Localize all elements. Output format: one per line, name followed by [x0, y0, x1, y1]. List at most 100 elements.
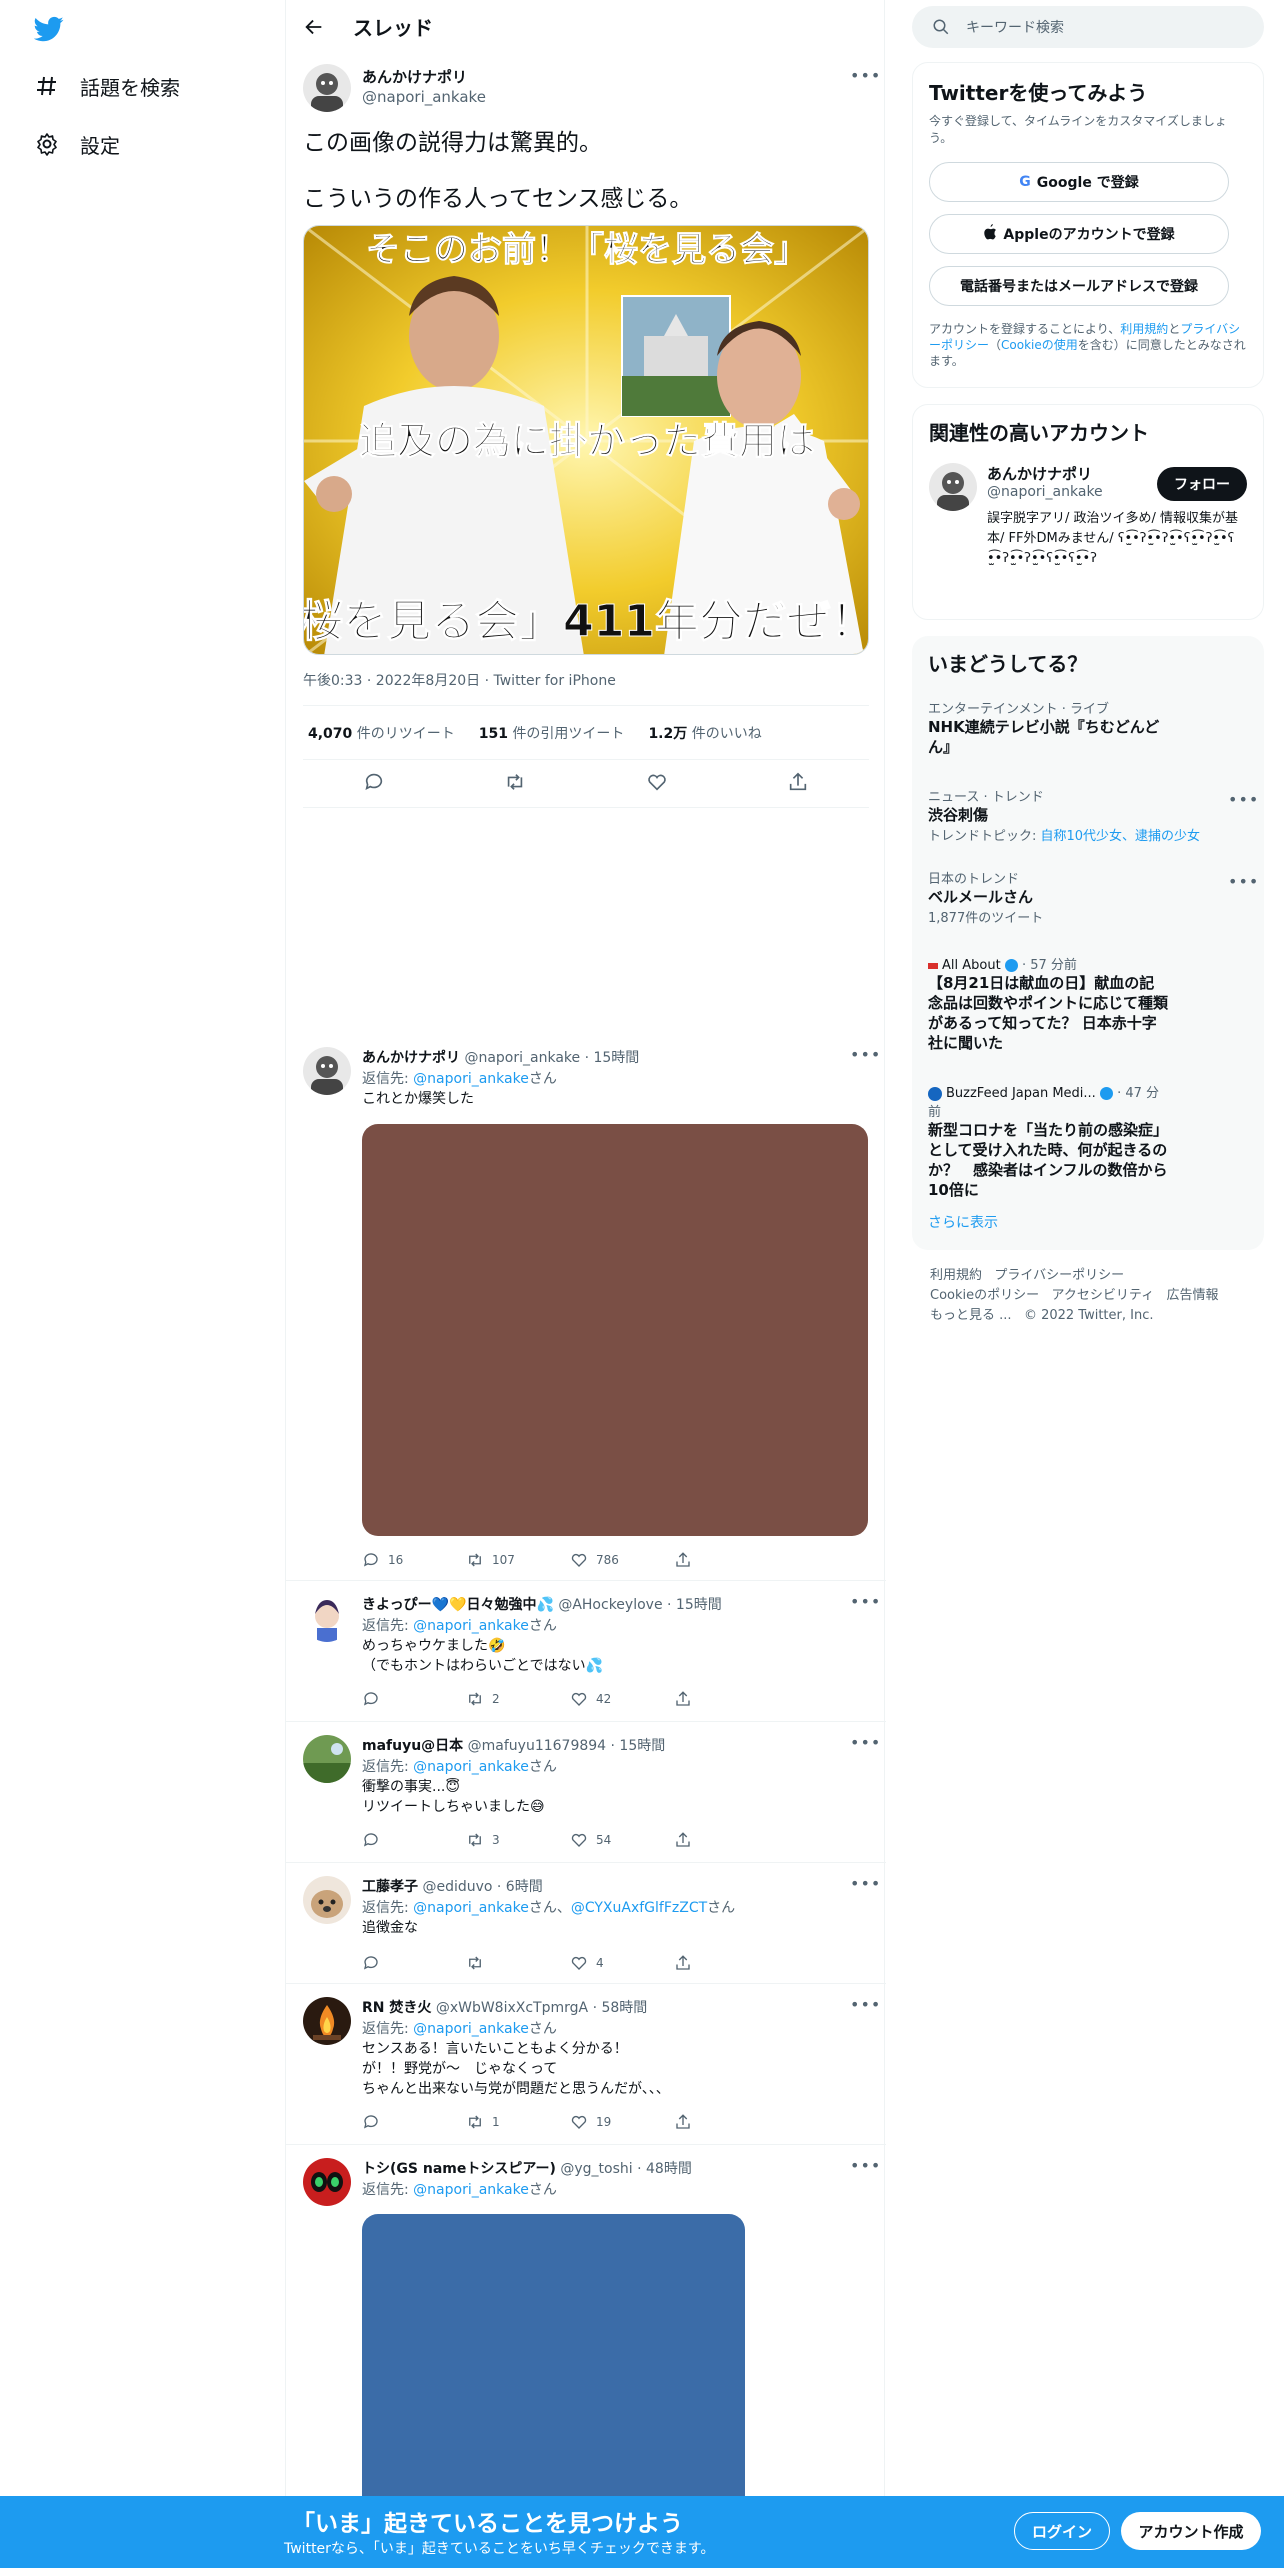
search-input[interactable]: キーワード検索: [966, 17, 1064, 37]
show-more-link[interactable]: さらに表示: [928, 1212, 998, 1232]
reply-icon[interactable]: [363, 771, 385, 797]
share-button[interactable]: [674, 1954, 778, 1972]
retweet-button[interactable]: 2: [466, 1690, 570, 1708]
avatar[interactable]: [929, 463, 977, 511]
tweet-image[interactable]: そこのお前！「桜を見る会」 追及の為に掛かった費用は 「桜を見る会」411年分だ…: [303, 225, 869, 655]
apple-icon: [983, 224, 997, 244]
footer-link[interactable]: アクセシビリティ: [1052, 1288, 1155, 1303]
reply-button[interactable]: [362, 1954, 466, 1972]
reply-button[interactable]: 16: [362, 1551, 466, 1569]
more-icon[interactable]: •••: [850, 66, 881, 85]
signup-button[interactable]: アカウント作成: [1121, 2512, 1261, 2550]
more-icon[interactable]: •••: [850, 1592, 881, 1611]
avatar[interactable]: [303, 1594, 351, 1642]
footer-link[interactable]: 利用規約: [930, 1268, 982, 1283]
retweet-icon[interactable]: [504, 771, 526, 797]
reply-tweet[interactable]: あんかけナポリ @napori_ankake · 15時間 ••• 返信先: @…: [286, 1035, 886, 1581]
twitter-logo-icon[interactable]: [33, 14, 64, 48]
share-icon[interactable]: [787, 771, 809, 797]
more-icon[interactable]: •••: [1228, 790, 1259, 809]
tweet-timestamp[interactable]: 午後0:33 · 2022年8月20日 · Twitter for iPhone: [303, 670, 616, 690]
reply-tweet[interactable]: トシ(GS nameトシスピアー) @yg_toshi · 48時間 ••• 返…: [286, 2146, 886, 2514]
reply-text: 衝撃の事実...😇 リツイートしちゃいました😅: [362, 1779, 545, 1815]
like-button[interactable]: 4: [570, 1954, 674, 1972]
like-button[interactable]: 786: [570, 1551, 674, 1569]
more-icon[interactable]: •••: [850, 1045, 881, 1064]
share-button[interactable]: [674, 1831, 778, 1849]
retweet-button[interactable]: [466, 1954, 570, 1972]
reply-button[interactable]: [362, 2113, 466, 2131]
footer-link[interactable]: もっと見る ...: [930, 1308, 1012, 1323]
google-signup-button[interactable]: G Google で登録: [929, 162, 1229, 202]
related-name[interactable]: あんかけナポリ: [987, 463, 1092, 484]
news-item[interactable]: BuzzFeed Japan Medi... · 47 分前 新型コロナを「当た…: [928, 1082, 1168, 1200]
reply-image[interactable]: [362, 1124, 868, 1536]
like-button[interactable]: 42: [570, 1690, 674, 1708]
signup-title: Twitterを使ってみよう: [929, 81, 1148, 105]
follow-button[interactable]: フォロー: [1157, 467, 1247, 501]
like-icon[interactable]: [646, 771, 668, 797]
more-icon[interactable]: •••: [850, 1733, 881, 1752]
avatar[interactable]: [303, 1047, 351, 1095]
more-icon[interactable]: •••: [850, 1874, 881, 1893]
terms-link[interactable]: 利用規約: [1120, 322, 1168, 336]
reply-to: 返信先: @napori_ankakeさん: [362, 1071, 557, 1087]
reply-header: トシ(GS nameトシスピアー) @yg_toshi · 48時間: [362, 2161, 692, 2177]
footer-link[interactable]: 広告情報: [1167, 1288, 1219, 1303]
source-logo-icon: [928, 962, 938, 969]
retweet-button[interactable]: 107: [466, 1551, 570, 1569]
reply-text: これとか爆笑した: [362, 1091, 474, 1107]
retweet-button[interactable]: 1: [466, 2113, 570, 2131]
quote-count[interactable]: 151 件の引用ツイート: [479, 723, 625, 743]
phone-email-signup-button[interactable]: 電話番号またはメールアドレスで登録: [929, 266, 1229, 306]
reply-button[interactable]: [362, 1690, 466, 1708]
trend-item[interactable]: エンターテインメント · ライブ NHK連続テレビ小説『ちむどんどん』: [928, 698, 1218, 757]
author-handle[interactable]: @napori_ankake: [362, 88, 486, 106]
avatar[interactable]: [303, 1876, 351, 1924]
retweet-count[interactable]: 4,070 件のリツイート: [308, 723, 455, 743]
nav-settings[interactable]: 設定: [34, 124, 120, 164]
like-button[interactable]: 54: [570, 1831, 674, 1849]
reply-tweet[interactable]: 工藤孝子 @ediduvo · 6時間 ••• 返信先: @napori_ank…: [286, 1864, 886, 1984]
footer-link[interactable]: Cookieのポリシー: [930, 1288, 1039, 1303]
cookie-link[interactable]: Cookieの使用: [1001, 338, 1078, 352]
login-button[interactable]: ログイン: [1014, 2512, 1110, 2550]
news-item[interactable]: All About · 57 分前 【8月21日は献血の日】献血の記念品は回数や…: [928, 954, 1168, 1053]
signup-card: Twitterを使ってみよう 今すぐ登録して、タイムラインをカスタマイズしましょ…: [912, 62, 1264, 388]
reply-button[interactable]: [362, 1831, 466, 1849]
reply-tweet[interactable]: きよっぴー💙💛日々勉強中💦 @AHockeylove · 15時間 ••• 返信…: [286, 1582, 886, 1722]
nav-explore-label: 話題を検索: [80, 75, 180, 100]
more-icon[interactable]: •••: [850, 1995, 881, 2014]
image-caption-mid: 追及の為に掛かった費用は: [359, 419, 815, 463]
reply-tweet[interactable]: RN 焚き火 @xWbW8ixXcTpmrgA · 58時間 ••• 返信先: …: [286, 1985, 886, 2145]
like-button[interactable]: 19: [570, 2113, 674, 2131]
avatar[interactable]: [303, 2158, 351, 2206]
footer-link[interactable]: プライバシーポリシー: [994, 1268, 1124, 1283]
share-button[interactable]: [674, 1551, 778, 1569]
trend-item[interactable]: 日本のトレンド ベルメールさん 1,877件のツイート: [928, 868, 1218, 926]
avatar[interactable]: [303, 1735, 351, 1783]
retweet-button[interactable]: 3: [466, 1831, 570, 1849]
signup-subtitle: 今すぐ登録して、タイムラインをカスタマイズしましょう。: [929, 114, 1227, 145]
apple-signup-button[interactable]: Appleのアカウントで登録: [929, 214, 1229, 254]
nav-explore[interactable]: 話題を検索: [34, 66, 180, 106]
page-title: スレッド: [353, 16, 433, 40]
share-button[interactable]: [674, 2113, 778, 2131]
reply-tweet[interactable]: mafuyu@日本 @mafuyu11679894 · 15時間 ••• 返信先…: [286, 1723, 886, 1863]
more-icon[interactable]: •••: [1228, 872, 1259, 891]
back-arrow-icon[interactable]: [303, 16, 325, 38]
more-icon[interactable]: •••: [850, 2156, 881, 2175]
reply-actions: 3 54: [362, 1831, 778, 1849]
trend-item[interactable]: ニュース · トレンド 渋谷刺傷 トレンドトピック: 自称10代少女、逮捕の少女: [928, 786, 1218, 844]
share-button[interactable]: [674, 1690, 778, 1708]
main-column: スレッド あんかけナポリ @napori_ankake ••• この画像の説得力…: [285, 0, 886, 2568]
related-handle[interactable]: @napori_ankake: [987, 484, 1103, 500]
avatar[interactable]: [303, 1997, 351, 2045]
thread-header: スレッド: [286, 0, 886, 53]
search-box[interactable]: キーワード検索: [912, 6, 1264, 48]
reply-image[interactable]: [362, 2214, 745, 2514]
avatar[interactable]: [303, 64, 351, 112]
author-name[interactable]: あんかけナポリ: [362, 66, 467, 87]
reply-header: きよっぴー💙💛日々勉強中💦 @AHockeylove · 15時間: [362, 1597, 722, 1613]
like-count[interactable]: 1.2万 件のいいね: [648, 723, 761, 743]
